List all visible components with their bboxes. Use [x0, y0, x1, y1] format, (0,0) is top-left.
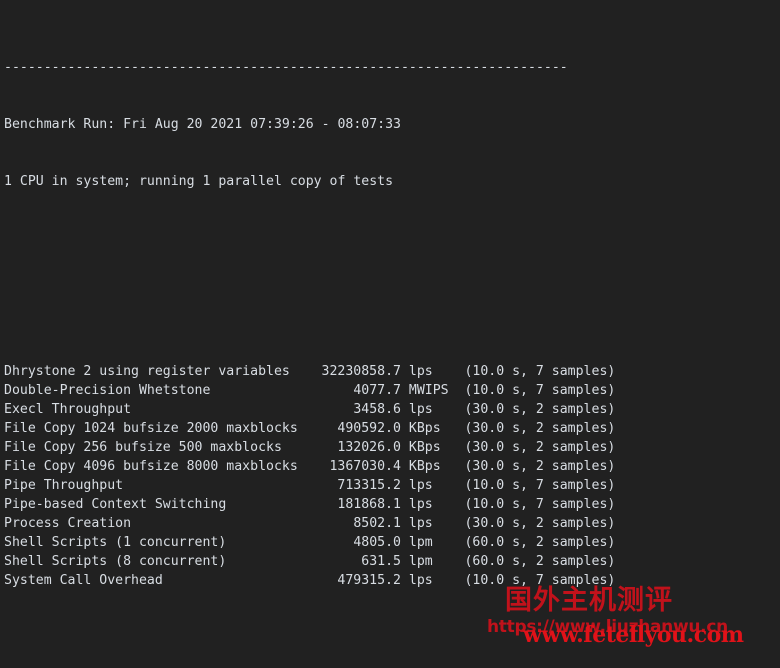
measurement-samples: (30.0 s, 2 samples) [464, 516, 616, 531]
measurement-label: File Copy 256 bufsize 500 maxblocks [4, 440, 282, 455]
measurement-row: File Copy 1024 bufsize 2000 maxblocks 490… [4, 419, 615, 438]
measurement-label: Shell Scripts (1 concurrent) [4, 535, 227, 550]
measurement-samples: (10.0 s, 7 samples) [464, 497, 616, 512]
measurement-value: 4077.7 [353, 383, 401, 398]
measurement-value: 479315.2 [337, 573, 401, 588]
measurement-samples: (60.0 s, 2 samples) [464, 554, 616, 569]
measurement-unit: lps [408, 364, 433, 379]
measurement-row: Pipe-based Context Switching 181868.1 lps… [4, 495, 615, 514]
measurement-samples: (10.0 s, 7 samples) [464, 364, 616, 379]
measurement-unit: lpm [408, 554, 433, 569]
measurement-label: Pipe Throughput [4, 478, 124, 493]
measurement-value: 132026.0 [337, 440, 401, 455]
measurement-value: 8502.1 [353, 516, 401, 531]
measurement-row: Shell Scripts (8 concurrent) 631.5 lpm (60… [4, 552, 615, 571]
measurement-label: File Copy 4096 bufsize 8000 maxblocks [4, 459, 298, 474]
measurement-samples: (10.0 s, 7 samples) [464, 478, 616, 493]
measurement-samples: (30.0 s, 2 samples) [464, 421, 616, 436]
measurement-row: Double-Precision Whetstone 4077.7 MWIPS (1… [4, 381, 615, 400]
top-rule: ----------------------------------------… [4, 60, 568, 75]
measurement-label: Shell Scripts (8 concurrent) [4, 554, 227, 569]
measurement-value: 713315.2 [337, 478, 401, 493]
terminal-window: ----------------------------------------… [0, 0, 780, 668]
measurement-unit: lps [408, 573, 433, 588]
measurement-label: Execl Throughput [4, 402, 132, 417]
measurement-row: Execl Throughput 3458.6 lps (30.0 s, 2 sam… [4, 400, 615, 419]
measurement-value: 3458.6 [353, 402, 401, 417]
measurement-value: 32230858.7 [321, 364, 401, 379]
measurement-label: Dhrystone 2 using register variables [4, 364, 290, 379]
measurement-samples: (10.0 s, 7 samples) [464, 573, 616, 588]
measurement-samples: (30.0 s, 2 samples) [464, 402, 616, 417]
measurement-value: 490592.0 [337, 421, 401, 436]
measurement-row: Dhrystone 2 using register variables 3223… [4, 362, 615, 381]
measurement-row: Pipe Throughput 713315.2 lps (10.0 s, 7 sa… [4, 476, 615, 495]
measurement-unit: lps [408, 402, 433, 417]
measurement-value: 181868.1 [337, 497, 401, 512]
measurement-row: Process Creation 8502.1 lps (30.0 s, 2 sam… [4, 514, 615, 533]
measurement-value: 4805.0 [353, 535, 401, 550]
measurement-value: 631.5 [361, 554, 401, 569]
measurement-samples: (10.0 s, 7 samples) [464, 383, 616, 398]
measurement-unit: KBps [408, 440, 441, 455]
measurement-unit: MWIPS [408, 383, 449, 398]
measurement-unit: KBps [408, 421, 441, 436]
measurement-row: File Copy 4096 bufsize 8000 maxblocks 136… [4, 457, 615, 476]
measurement-samples: (30.0 s, 2 samples) [464, 459, 616, 474]
measurement-label: System Call Overhead [4, 573, 163, 588]
measurement-samples: (60.0 s, 2 samples) [464, 535, 616, 550]
measurement-label: Process Creation [4, 516, 132, 531]
measurement-unit: lps [408, 516, 433, 531]
measurement-label: Double-Precision Whetstone [4, 383, 211, 398]
terminal-output: ----------------------------------------… [4, 1, 615, 668]
measurement-label: Pipe-based Context Switching [4, 497, 227, 512]
measurement-samples: (30.0 s, 2 samples) [464, 440, 616, 455]
measurement-row: System Call Overhead 479315.2 lps (10.0 s,… [4, 571, 615, 590]
measurement-value: 1367030.4 [329, 459, 401, 474]
benchmark-run-line: Benchmark Run: Fri Aug 20 2021 07:39:26 … [4, 117, 401, 132]
measurement-unit: KBps [408, 459, 441, 474]
measurement-unit: lpm [408, 535, 433, 550]
measurement-label: File Copy 1024 bufsize 2000 maxblocks [4, 421, 298, 436]
measurement-row: Shell Scripts (1 concurrent) 4805.0 lpm (6… [4, 533, 615, 552]
cpu-info-line: 1 CPU in system; running 1 parallel copy… [4, 174, 394, 189]
measurement-unit: lps [408, 478, 433, 493]
measurement-list: Dhrystone 2 using register variables 3223… [4, 362, 615, 590]
measurement-row: File Copy 256 bufsize 500 maxblocks 13202… [4, 438, 615, 457]
measurement-unit: lps [408, 497, 433, 512]
